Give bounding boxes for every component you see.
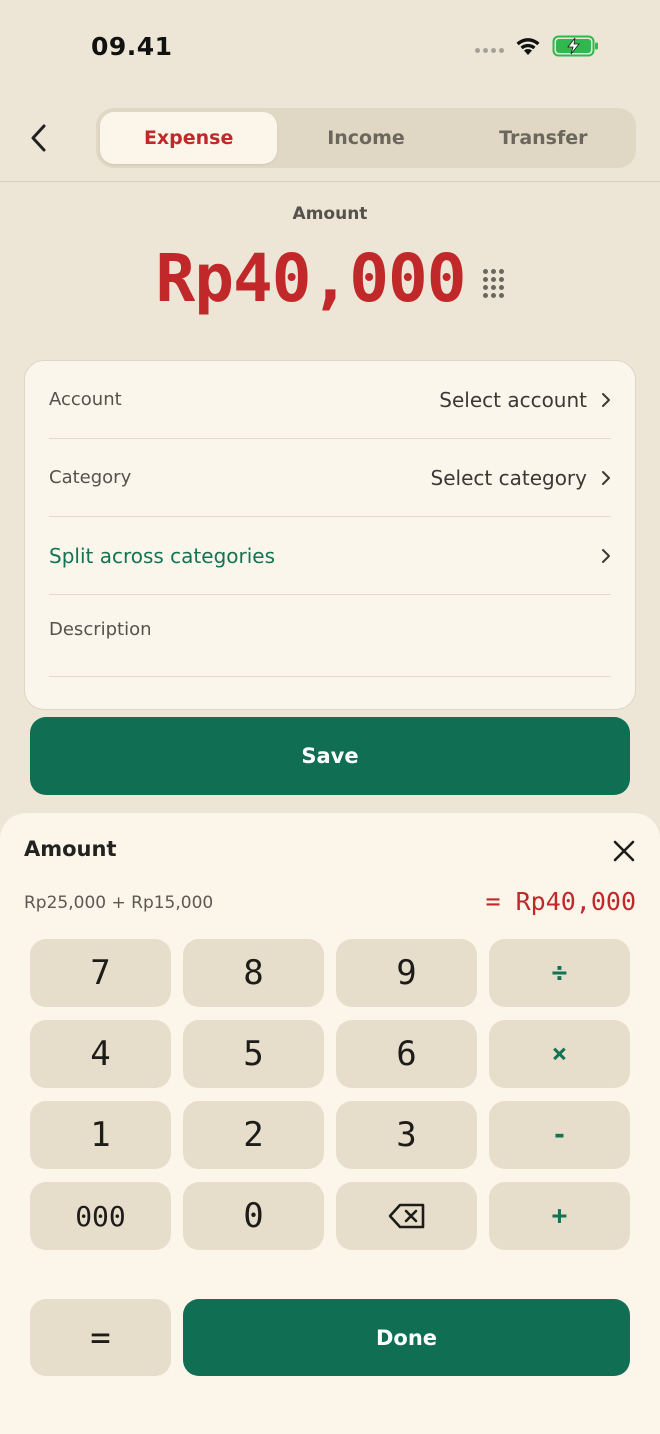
- calculator-result: = Rp40,000: [485, 887, 636, 916]
- key-9[interactable]: 9: [336, 939, 477, 1007]
- amount-value[interactable]: Rp40,000: [156, 240, 467, 317]
- split-categories-label: Split across categories: [49, 543, 276, 568]
- calculator-title: Amount: [24, 837, 117, 861]
- key-000[interactable]: 000: [30, 1182, 171, 1250]
- category-row[interactable]: Category Select category: [49, 439, 611, 517]
- close-icon: [613, 840, 635, 862]
- chevron-right-icon: [602, 470, 610, 485]
- close-button[interactable]: [608, 835, 640, 867]
- key-backspace[interactable]: [336, 1182, 477, 1250]
- key-2[interactable]: 2: [183, 1101, 324, 1169]
- status-icons: [475, 34, 600, 58]
- battery-charging-icon: [552, 35, 598, 57]
- status-bar: 09.41: [0, 0, 660, 96]
- transaction-form: Account Select account Category Select c…: [24, 360, 636, 710]
- account-label: Account: [49, 389, 122, 410]
- back-button[interactable]: [20, 118, 56, 158]
- key-equals[interactable]: =: [30, 1299, 171, 1376]
- account-value: Select account: [439, 387, 587, 412]
- chevron-right-icon: [602, 392, 610, 407]
- amount-label: Amount: [292, 204, 368, 224]
- account-row[interactable]: Account Select account: [49, 361, 611, 439]
- tab-expense[interactable]: Expense: [100, 112, 278, 164]
- key-add[interactable]: +: [489, 1182, 630, 1250]
- calculator-sheet: Amount Rp25,000 + Rp15,000 = Rp40,000 7 …: [0, 813, 660, 1434]
- key-subtract[interactable]: -: [489, 1101, 630, 1169]
- key-6[interactable]: 6: [336, 1020, 477, 1088]
- split-categories-row[interactable]: Split across categories: [49, 517, 611, 595]
- chevron-right-icon: [602, 548, 610, 563]
- key-1[interactable]: 1: [30, 1101, 171, 1169]
- category-label: Category: [49, 467, 132, 488]
- key-0[interactable]: 0: [183, 1182, 324, 1250]
- date-row[interactable]: [49, 677, 611, 709]
- cellular-signal-icon: [475, 47, 504, 53]
- key-8[interactable]: 8: [183, 939, 324, 1007]
- backspace-icon: [388, 1203, 424, 1229]
- calculator-expression: Rp25,000 + Rp15,000: [24, 893, 214, 913]
- category-value: Select category: [430, 465, 587, 490]
- status-time: 09.41: [91, 32, 173, 61]
- key-4[interactable]: 4: [30, 1020, 171, 1088]
- key-3[interactable]: 3: [336, 1101, 477, 1169]
- key-multiply[interactable]: ×: [489, 1020, 630, 1088]
- amount-display[interactable]: Rp40,000: [0, 240, 660, 317]
- keypad-icon[interactable]: [483, 269, 505, 298]
- key-5[interactable]: 5: [183, 1020, 324, 1088]
- key-divide[interactable]: ÷: [489, 939, 630, 1007]
- description-label: Description: [49, 619, 152, 640]
- tab-income[interactable]: Income: [277, 112, 454, 164]
- header: Expense Income Transfer: [0, 96, 660, 182]
- description-field[interactable]: Description: [49, 595, 611, 677]
- wifi-icon: [516, 38, 540, 55]
- back-arrow-icon: [31, 124, 46, 152]
- key-7[interactable]: 7: [30, 939, 171, 1007]
- save-button[interactable]: Save: [30, 717, 630, 795]
- tab-transfer[interactable]: Transfer: [455, 112, 632, 164]
- done-button[interactable]: Done: [183, 1299, 630, 1376]
- transaction-type-tabs: Expense Income Transfer: [96, 108, 636, 168]
